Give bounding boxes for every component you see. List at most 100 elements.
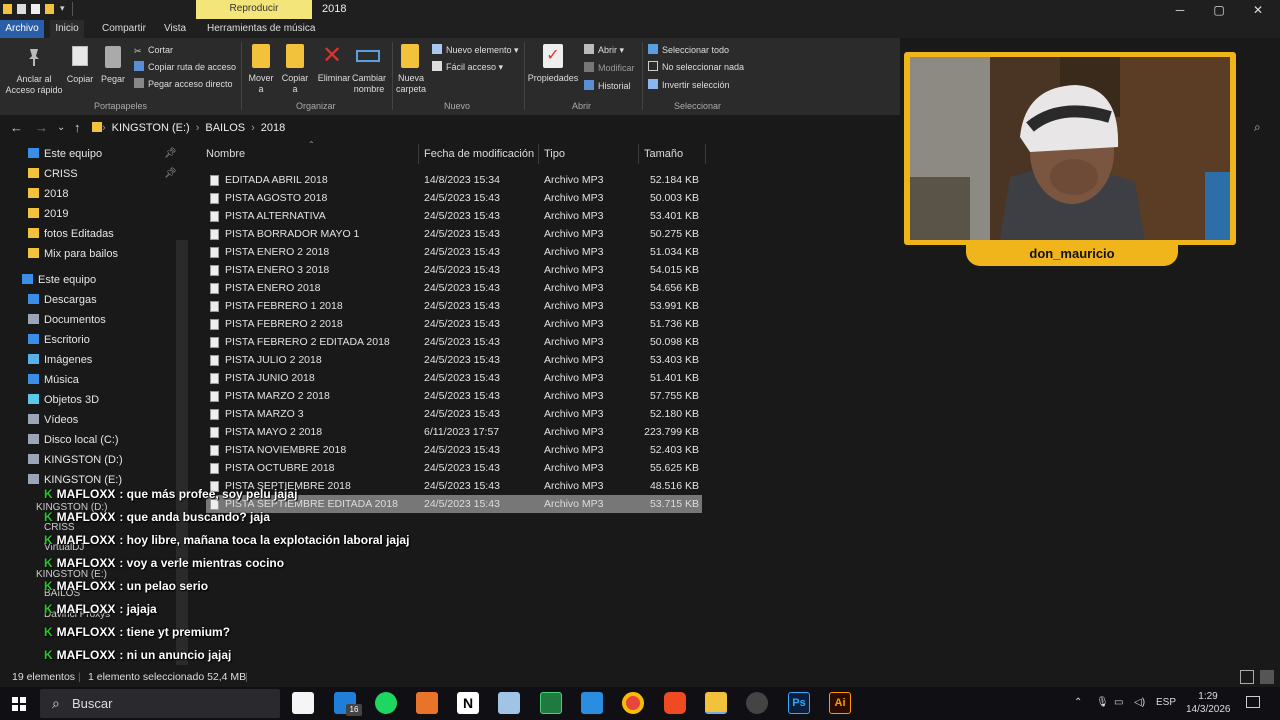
- copy-path-button[interactable]: Copiar ruta de acceso: [134, 59, 236, 75]
- cut-button[interactable]: ✂ Cortar: [134, 42, 173, 58]
- file-explorer-icon[interactable]: [705, 692, 727, 714]
- nav-item[interactable]: Vídeos: [28, 410, 78, 430]
- file-row[interactable]: PISTA MARZO 3 24/5/2023 15:43 Archivo MP3 5…: [206, 405, 702, 423]
- quick-access-dropdown-icon[interactable]: ▾: [60, 3, 65, 14]
- history-button[interactable]: Historial: [584, 78, 631, 94]
- store-icon[interactable]: [292, 692, 314, 714]
- column-divider[interactable]: [538, 144, 539, 164]
- large-icons-view-icon[interactable]: [1260, 670, 1274, 684]
- file-row[interactable]: PISTA BORRADOR MAYO 1 24/5/2023 15:43 Arch…: [206, 225, 702, 243]
- column-divider[interactable]: [638, 144, 639, 164]
- show-hidden-icons-icon[interactable]: ⌃: [1074, 697, 1082, 708]
- easy-access-button[interactable]: Fácil acceso ▾: [432, 59, 503, 75]
- file-row[interactable]: PISTA FEBRERO 2 2018 24/5/2023 15:43 Archi…: [206, 315, 702, 333]
- clock[interactable]: 1:29 14/3/2026: [1186, 690, 1231, 716]
- tab-compartir[interactable]: Compartir: [98, 20, 150, 38]
- nav-item[interactable]: Disco local (C:): [28, 430, 119, 450]
- nav-item[interactable]: KINGSTON (D:): [28, 450, 123, 470]
- tab-herramientas-musica[interactable]: Herramientas de música: [203, 20, 319, 38]
- nav-item[interactable]: Este equipo: [22, 270, 96, 290]
- select-none-button[interactable]: No seleccionar nada: [648, 59, 744, 75]
- microphone-icon[interactable]: 🎙︎: [1096, 697, 1109, 708]
- nav-item[interactable]: Mix para bailos: [28, 244, 118, 264]
- column-header-type[interactable]: Tipo: [544, 146, 565, 164]
- column-header-name[interactable]: Nombre: [206, 146, 245, 164]
- nav-item[interactable]: Este equipo: [28, 144, 102, 164]
- copy-icon[interactable]: [72, 46, 88, 66]
- properties-icon[interactable]: [17, 4, 26, 14]
- context-tab-play[interactable]: Reproducir: [196, 0, 312, 19]
- column-header-modified[interactable]: Fecha de modificación: [424, 146, 534, 164]
- new-folder-icon[interactable]: [45, 4, 54, 14]
- move-to-icon[interactable]: [252, 44, 270, 68]
- notion-icon[interactable]: N: [457, 692, 479, 714]
- file-row[interactable]: PISTA AGOSTO 2018 24/5/2023 15:43 Archivo …: [206, 189, 702, 207]
- photoshop-icon[interactable]: Ps: [788, 692, 810, 714]
- checklist-icon[interactable]: [31, 4, 40, 14]
- rename-label-2[interactable]: nombre: [350, 84, 388, 95]
- rename-label-1[interactable]: Cambiar: [350, 73, 388, 84]
- up-arrow-icon[interactable]: ↑: [74, 120, 81, 135]
- nav-item[interactable]: Imágenes: [28, 350, 92, 370]
- windows-start-icon[interactable]: [12, 697, 26, 711]
- breadcrumb-bailos[interactable]: BAILOS: [205, 122, 245, 134]
- breadcrumb[interactable]: › KINGSTON (E:) › BAILOS › 2018: [90, 119, 285, 137]
- column-divider[interactable]: [705, 144, 706, 164]
- nav-scrollbar[interactable]: [176, 240, 188, 665]
- excel-icon[interactable]: [540, 692, 562, 714]
- virtualdj-icon[interactable]: [416, 692, 438, 714]
- file-row[interactable]: PISTA OCTUBRE 2018 24/5/2023 15:43 Archivo…: [206, 459, 702, 477]
- modify-button[interactable]: Modificar: [584, 60, 635, 76]
- file-row[interactable]: PISTA JUNIO 2018 24/5/2023 15:43 Archivo M…: [206, 369, 702, 387]
- column-divider[interactable]: [418, 144, 419, 164]
- rename-icon[interactable]: [356, 50, 380, 62]
- invert-selection-button[interactable]: Invertir selección: [648, 77, 730, 93]
- file-row[interactable]: PISTA ALTERNATIVA 24/5/2023 15:43 Archivo …: [206, 207, 702, 225]
- paste-shortcut-button[interactable]: Pegar acceso directo: [134, 76, 233, 92]
- maximize-button[interactable]: ▢: [1201, 1, 1237, 19]
- close-button[interactable]: ✕: [1240, 1, 1276, 19]
- nav-item[interactable]: Música: [28, 370, 79, 390]
- vscode-icon[interactable]: [581, 692, 603, 714]
- tab-vista[interactable]: Vista: [160, 20, 190, 38]
- language-indicator[interactable]: ESP: [1156, 697, 1176, 708]
- properties-icon[interactable]: ✓: [543, 44, 563, 68]
- volume-icon[interactable]: ◁): [1134, 697, 1145, 708]
- obs-icon[interactable]: [746, 692, 768, 714]
- nav-item[interactable]: Escritorio: [28, 330, 90, 350]
- move-to-label-1[interactable]: Mover: [244, 73, 278, 84]
- file-row[interactable]: PISTA NOVIEMBRE 2018 24/5/2023 15:43 Archi…: [206, 441, 702, 459]
- file-row[interactable]: EDITADA ABRIL 2018 14/8/2023 15:34 Archivo…: [206, 171, 702, 189]
- breadcrumb-2018[interactable]: 2018: [261, 122, 285, 134]
- nav-item[interactable]: Descargas: [28, 290, 97, 310]
- file-row[interactable]: PISTA MAYO 2 2018 6/11/2023 17:57 Archivo …: [206, 423, 702, 441]
- brave-icon[interactable]: [664, 692, 686, 714]
- pin-button[interactable]: [24, 46, 44, 68]
- nav-item[interactable]: Documentos: [28, 310, 106, 330]
- network-icon[interactable]: ▭: [1114, 697, 1123, 708]
- file-row[interactable]: PISTA JULIO 2 2018 24/5/2023 15:43 Archivo…: [206, 351, 702, 369]
- nav-item[interactable]: Objetos 3D: [28, 390, 99, 410]
- file-row[interactable]: PISTA ENERO 2018 24/5/2023 15:43 Archivo M…: [206, 279, 702, 297]
- file-row[interactable]: PISTA ENERO 3 2018 24/5/2023 15:43 Archivo…: [206, 261, 702, 279]
- new-item-button[interactable]: Nuevo elemento ▾: [432, 42, 519, 58]
- column-header-size[interactable]: Tamaño: [644, 146, 683, 164]
- move-to-label-2[interactable]: a: [244, 84, 278, 95]
- nav-item[interactable]: 2018: [28, 184, 68, 204]
- illustrator-icon[interactable]: Ai: [829, 692, 851, 714]
- forward-arrow-icon[interactable]: →: [35, 120, 48, 135]
- copy-label[interactable]: Copiar: [64, 74, 96, 85]
- spotify-icon[interactable]: [375, 692, 397, 714]
- copy-to-label-2[interactable]: a: [278, 84, 312, 95]
- breadcrumb-kingston-e[interactable]: KINGSTON (E:): [112, 122, 190, 134]
- file-row[interactable]: PISTA ENERO 2 2018 24/5/2023 15:43 Archivo…: [206, 243, 702, 261]
- file-row[interactable]: PISTA MARZO 2 2018 24/5/2023 15:43 Archivo…: [206, 387, 702, 405]
- search-icon[interactable]: ⌕: [1254, 120, 1261, 135]
- back-arrow-icon[interactable]: ←: [10, 120, 23, 135]
- recent-dropdown-icon[interactable]: ⌄: [57, 122, 65, 133]
- paste-icon[interactable]: [105, 46, 121, 68]
- taskbar-search[interactable]: ⌕ Buscar: [40, 689, 280, 718]
- nav-item[interactable]: CRISS: [28, 164, 78, 184]
- open-button[interactable]: Abrir ▾: [584, 42, 624, 58]
- delete-label[interactable]: Eliminar: [314, 73, 354, 84]
